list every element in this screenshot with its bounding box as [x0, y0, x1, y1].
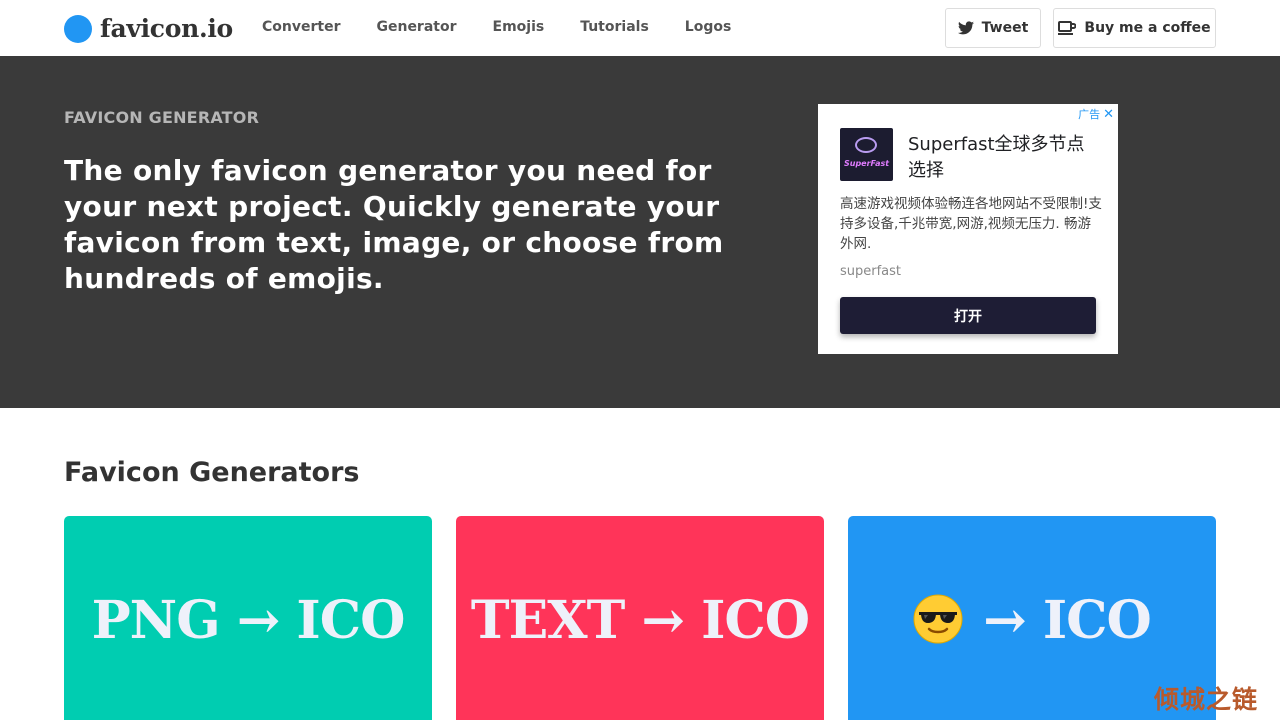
generators-heading: Favicon Generators [64, 457, 360, 488]
card-label: PNG → ICO [91, 590, 406, 651]
site-logo[interactable]: favicon.io [64, 14, 233, 43]
hero-banner: FAVICON GENERATOR The only favicon gener… [0, 56, 1280, 408]
hero-headline: The only favicon generator you need for … [64, 154, 724, 295]
tweet-button[interactable]: Tweet [945, 8, 1041, 48]
ad-marker: 广告 ✕ [1078, 106, 1114, 122]
text-to-ico-card[interactable]: TEXT → ICO [456, 516, 824, 720]
ad-description: 高速游戏视频体验畅连各地网站不受限制!支持多设备,千兆带宽,网游,视频无压力. … [840, 196, 1102, 252]
nav-emojis[interactable]: Emojis [493, 19, 545, 35]
ad-open-button[interactable]: 打开 [840, 297, 1096, 334]
advertisement[interactable]: 广告 ✕ SuperFast Superfast全球多节点选择 高速游戏视频体验… [818, 104, 1118, 354]
card-label: TEXT → ICO [470, 590, 810, 651]
nav-converter[interactable]: Converter [262, 19, 340, 35]
ad-brand-logo: SuperFast [840, 128, 893, 181]
top-navbar: favicon.io Converter Generator Emojis Tu… [0, 0, 1280, 56]
ad-close-icon[interactable]: ✕ [1103, 107, 1114, 122]
ad-logo-text: SuperFast [844, 159, 890, 168]
ad-domain: superfast [840, 264, 902, 279]
coffee-label: Buy me a coffee [1084, 20, 1211, 36]
ad-marker-label: 广告 [1078, 108, 1101, 121]
nav-tutorials[interactable]: Tutorials [580, 19, 649, 35]
tweet-label: Tweet [981, 20, 1029, 36]
planet-ring-icon [855, 137, 877, 153]
nav-generator[interactable]: Generator [376, 19, 456, 35]
buy-coffee-button[interactable]: Buy me a coffee [1053, 8, 1216, 48]
nav-logos[interactable]: Logos [685, 19, 732, 35]
corner-watermark: 倾城之链 [1154, 685, 1259, 714]
hero-eyebrow: FAVICON GENERATOR [64, 108, 260, 127]
sunglasses-emoji-icon [913, 594, 963, 643]
png-to-ico-card[interactable]: PNG → ICO [64, 516, 432, 720]
card-label: → ICO [983, 590, 1152, 651]
twitter-bird-icon [957, 21, 974, 35]
logo-text: favicon.io [100, 14, 233, 43]
coffee-cup-icon [1058, 20, 1077, 35]
ad-title[interactable]: Superfast全球多节点选择 [908, 132, 1098, 184]
card-label-wrap: → ICO [913, 590, 1152, 720]
logo-circle-icon [64, 14, 92, 43]
main-nav: Converter Generator Emojis Tutorials Log… [262, 19, 767, 35]
